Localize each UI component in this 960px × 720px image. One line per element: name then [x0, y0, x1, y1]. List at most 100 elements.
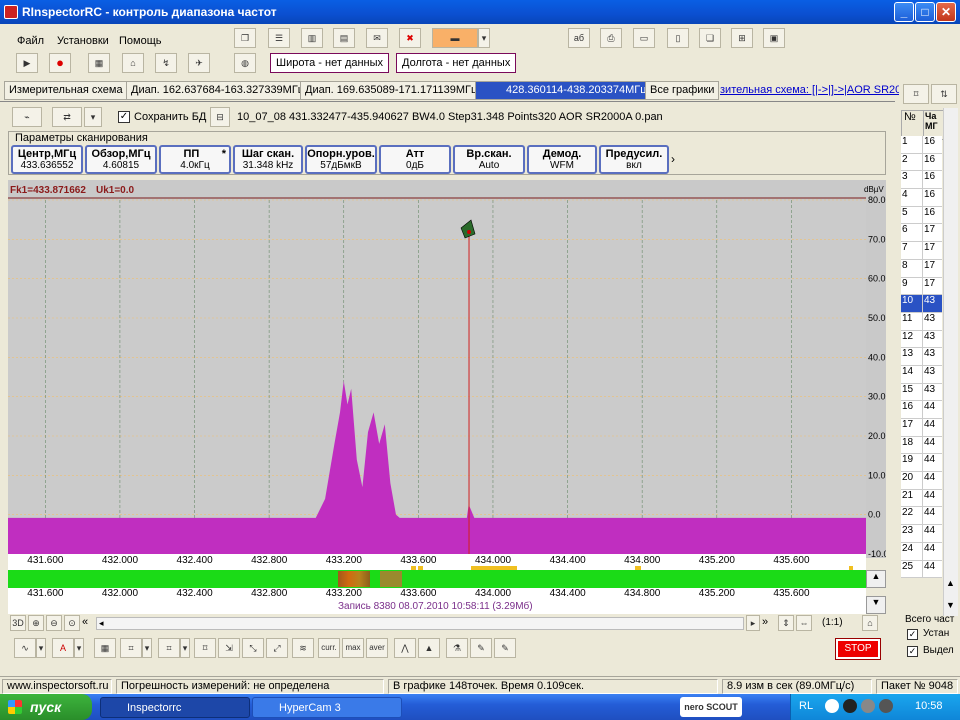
table-icon[interactable]: ⊞ [731, 28, 753, 48]
marker-a-dropdown[interactable]: ▾ [74, 638, 84, 658]
params-more-icon[interactable]: › [671, 152, 675, 166]
book-icon[interactable]: ▯ [667, 28, 689, 48]
spectrum-chart[interactable]: -10.0 0.0 10.0 20.0 30.0 40.0 50.0 60.0 70.0 80.0… [8, 180, 889, 559]
channel-row[interactable]: 24 44 [901, 542, 942, 561]
tab-range-169[interactable]: Диап. 169.635089-171.171139МГц [300, 81, 483, 100]
channel-row[interactable]: 25 44 [901, 560, 942, 579]
channel-scrollbar[interactable]: ▲ ▼ [943, 108, 958, 616]
save-db-checkbox[interactable]: ✓ [118, 111, 130, 123]
channel-row[interactable]: 19 44 [901, 454, 942, 473]
tray-icon[interactable] [879, 699, 893, 713]
param-span[interactable]: Обзор,МГц 4.60815 [85, 145, 157, 174]
rewind-icon[interactable]: « [82, 616, 88, 628]
tab-all-charts[interactable]: Все графики [645, 81, 720, 100]
3d-icon[interactable]: 3D [10, 615, 26, 631]
param-att[interactable]: Атт 0дБ [379, 145, 451, 174]
folder-icon[interactable]: ⌑ [194, 638, 216, 658]
position-scrollbar[interactable]: ◂ [96, 617, 744, 630]
spectrum-svg[interactable]: -10.0 0.0 10.0 20.0 30.0 40.0 50.0 60.0 70.0 80.0 [8, 180, 889, 559]
scan-icon[interactable]: ↯ [155, 53, 177, 73]
envelope-icon[interactable]: ✉ [366, 28, 388, 48]
zoom-fit-icon[interactable]: ⊙ [64, 615, 80, 631]
edit-icon[interactable]: ✎ [470, 638, 492, 658]
bar-chart-icon[interactable]: ▥ [301, 28, 323, 48]
filter-icon[interactable]: ⚗ [446, 638, 468, 658]
param-demod[interactable]: Демод. WFM [527, 145, 597, 174]
channel-row[interactable]: 21 44 [901, 489, 942, 508]
signal2-icon[interactable]: ⤢ [266, 638, 288, 658]
scroll-up-icon[interactable]: ▲ [866, 570, 886, 588]
grid2-icon[interactable]: ▦ [94, 638, 116, 658]
pages-icon[interactable]: ❏ [699, 28, 721, 48]
monitor-icon[interactable]: ▭ [633, 28, 655, 48]
channel-row[interactable]: 11 43 [901, 312, 942, 331]
play-icon[interactable]: ▶ [16, 53, 38, 73]
chart-mode-icon[interactable]: ∿ [14, 638, 36, 658]
maximize-button[interactable]: □ [915, 2, 935, 22]
tab-range-162[interactable]: Диап. 162.637684-163.327339МГц [126, 81, 310, 100]
menu-file[interactable]: Файл [17, 35, 44, 47]
zoom-out-icon[interactable]: ⊖ [46, 615, 62, 631]
start-button[interactable]: пуск [0, 694, 92, 720]
select-checkbox[interactable]: ✓ [907, 646, 918, 657]
lock-icon[interactable]: ⌂ [862, 615, 878, 631]
channel-row[interactable]: 9 17 [901, 277, 942, 296]
param-scan-time[interactable]: Вр.скан. Auto [453, 145, 525, 174]
axis-dropdown[interactable]: ▾ [142, 638, 152, 658]
curr-icon[interactable]: curr. [318, 638, 340, 658]
tab-range-428[interactable]: 428.360114-438.203374МГц [475, 81, 652, 100]
marker-a-icon[interactable]: A [52, 638, 74, 658]
nero-scout-badge[interactable]: nero SCOUT [680, 697, 742, 717]
param-center[interactable]: Центр,МГц 433.636552 [11, 145, 83, 174]
axis-icon[interactable]: ⌗ [120, 638, 142, 658]
channel-row[interactable]: 1 16 [901, 136, 942, 154]
network-dropdown-icon[interactable]: ▾ [84, 107, 102, 127]
param-step[interactable]: Шаг скан. 31.348 kHz [233, 145, 303, 174]
axis2-icon[interactable]: ⌗ [158, 638, 180, 658]
scroll-right-icon[interactable]: ▸ [746, 615, 760, 631]
channel-row[interactable]: 13 43 [901, 348, 942, 366]
spectrum-icon[interactable]: ≋ [292, 638, 314, 658]
max-icon[interactable]: max [342, 638, 364, 658]
install-checkbox[interactable]: ✓ [907, 629, 918, 640]
db-icon[interactable]: ⊟ [210, 107, 230, 127]
channel-row[interactable]: 22 44 [901, 507, 942, 526]
expand-icon[interactable]: ⇕ [778, 615, 794, 631]
dropdown-arrow-icon[interactable]: ▾ [478, 28, 490, 48]
chart-mode-dropdown[interactable]: ▾ [36, 638, 46, 658]
channel-row[interactable]: 8 17 [901, 259, 942, 278]
tray-icon[interactable] [843, 699, 857, 713]
edit2-icon[interactable]: ✎ [494, 638, 516, 658]
peak-icon[interactable]: ⋀ [394, 638, 416, 658]
channel-row[interactable]: 15 43 [901, 383, 942, 402]
param-ref-level[interactable]: Опорн.уров. 57дБмкВ [305, 145, 377, 174]
channel-row[interactable]: 2 16 [901, 153, 942, 172]
tray-icon[interactable] [861, 699, 875, 713]
expand-h-icon[interactable]: ⇔ [796, 615, 812, 631]
layout-icon[interactable]: ▣ [763, 28, 785, 48]
task-hypercam[interactable]: HyperCam 3 [252, 697, 402, 718]
device-icon[interactable]: ⌂ [122, 53, 144, 73]
aver-icon[interactable]: aver [366, 638, 388, 658]
channel-row[interactable]: 14 43 [901, 365, 942, 384]
channel-row[interactable]: 4 16 [901, 189, 942, 207]
forward-icon[interactable]: » [762, 616, 768, 628]
copy-icon[interactable]: ❐ [234, 28, 256, 48]
network-icon[interactable]: ⇄ [52, 107, 82, 127]
tab-measure-scheme[interactable]: Измерительная схема [4, 81, 128, 100]
histogram-icon[interactable]: ▲ [418, 638, 440, 658]
channel-row[interactable]: 7 17 [901, 242, 942, 260]
antenna-icon[interactable]: ⌁ [12, 107, 42, 127]
printer-icon[interactable]: ⎙ [600, 28, 622, 48]
list-icon[interactable]: ☰ [268, 28, 290, 48]
open-folder-icon[interactable]: ⌑ [903, 84, 929, 104]
channel-row[interactable]: 6 17 [901, 224, 942, 243]
param-bandwidth[interactable]: ПП * 4.0кГц [159, 145, 231, 174]
zoom-in-icon[interactable]: ⊕ [28, 615, 44, 631]
sort-icon[interactable]: ⇅ [931, 84, 957, 104]
menu-settings[interactable]: Установки [57, 35, 109, 47]
channel-row[interactable]: 20 44 [901, 472, 942, 490]
channel-row[interactable]: 5 16 [901, 206, 942, 225]
channel-row[interactable]: 18 44 [901, 436, 942, 455]
channel-row[interactable]: 10 43 [901, 295, 942, 313]
